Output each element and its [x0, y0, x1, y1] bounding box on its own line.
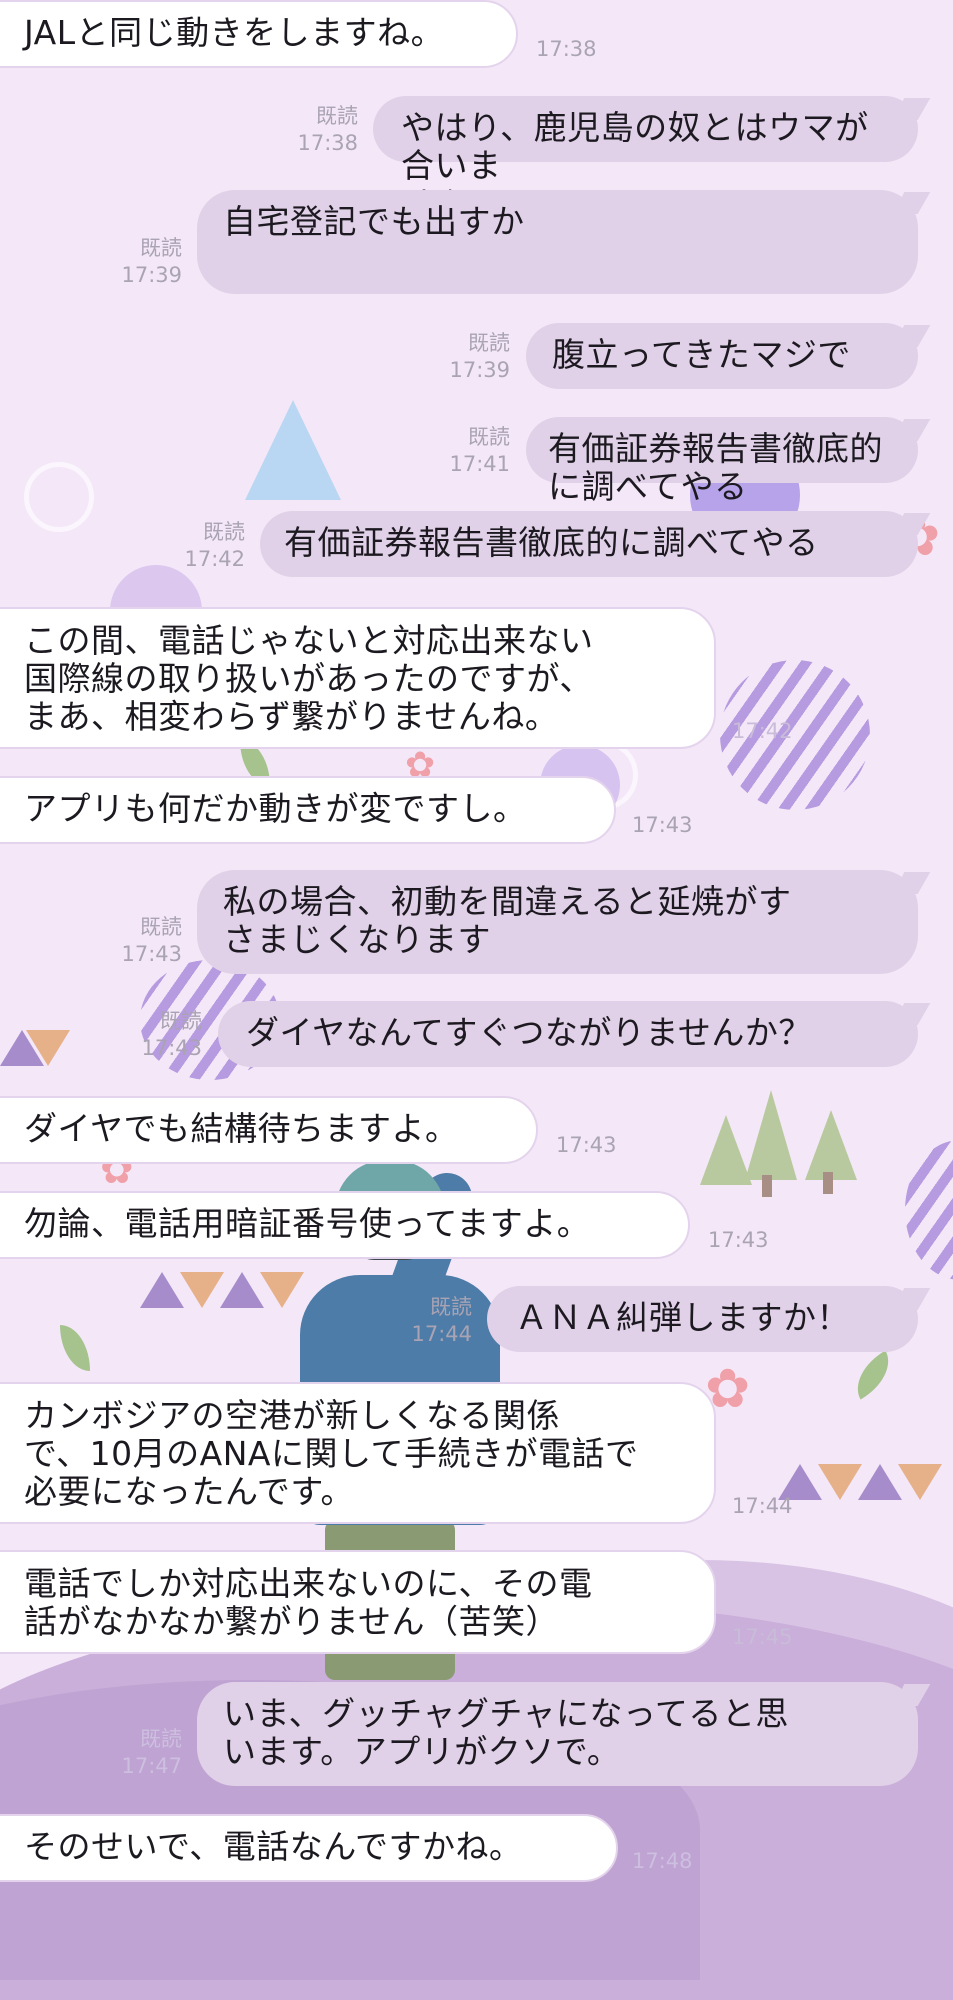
read-receipt: 既読 [140, 236, 182, 260]
message-time: 17:43 [556, 1133, 617, 1157]
read-receipt: 既読 [140, 915, 182, 939]
message-incoming[interactable]: 電話でしか対応出来ないのに、その電 話がなかなか繋がりません（苦笑） [0, 1550, 716, 1654]
read-receipt: 既読 [468, 425, 510, 449]
message-time: 17:45 [732, 1625, 793, 1649]
read-receipt: 既読 [160, 1009, 202, 1033]
message-outgoing[interactable]: 自宅登記でも出すか [197, 190, 918, 294]
message-incoming[interactable]: カンボジアの空港が新しくなる関係 で、10月のANAに関して手続きが電話で 必要… [0, 1382, 716, 1524]
message-time: 17:42 [732, 719, 793, 743]
message-outgoing[interactable]: やはり、鹿児島の奴とはウマが合いま せん。 [373, 96, 918, 223]
message-outgoing[interactable]: 私の場合、初動を間違えると延焼がす さまじくなります [197, 870, 918, 974]
message-outgoing[interactable]: ダイヤなんてすぐつながりませんか？ [218, 1001, 918, 1067]
message-time: 17:39 [121, 263, 182, 287]
read-receipt: 既読 [430, 1295, 472, 1319]
message-time: 17:44 [732, 1494, 793, 1518]
read-receipt: 既読 [316, 104, 358, 128]
message-outgoing[interactable]: 有価証券報告書徹底的に調べてやる [526, 417, 918, 506]
message-incoming[interactable]: この間、電話じゃないと対応出来ない 国際線の取り扱いがあったのですが、 まあ、相… [0, 607, 716, 749]
message-time: 17:39 [449, 358, 510, 382]
message-time: 17:47 [121, 1754, 182, 1778]
message-outgoing[interactable]: ＡＮＡ糾弾しますか！ [487, 1286, 918, 1352]
message-time: 17:43 [121, 942, 182, 966]
message-incoming[interactable]: JALと同じ動きをしますね。 [0, 0, 518, 68]
message-time: 17:44 [411, 1322, 472, 1346]
message-time: 17:38 [536, 37, 597, 61]
message-time: 17:43 [141, 1036, 202, 1060]
message-time: 17:43 [632, 813, 693, 837]
message-time: 17:42 [184, 547, 245, 571]
message-outgoing[interactable]: 腹立ってきたマジで [526, 323, 918, 389]
message-incoming[interactable]: ダイヤでも結構待ちますよ。 [0, 1096, 538, 1164]
message-incoming[interactable]: そのせいで、電話なんですかね。 [0, 1814, 618, 1882]
message-time: 17:48 [632, 1849, 693, 1873]
message-incoming[interactable]: アプリも何だか動きが変ですし。 [0, 776, 616, 844]
read-receipt: 既読 [203, 520, 245, 544]
message-outgoing[interactable]: 有価証券報告書徹底的に調べてやる [260, 511, 918, 577]
read-receipt: 既読 [468, 331, 510, 355]
read-receipt: 既読 [140, 1727, 182, 1751]
message-time: 17:41 [449, 452, 510, 476]
message-outgoing[interactable]: いま、グッチャグチャになってると思 います。アプリがクソで。 [197, 1682, 918, 1786]
message-incoming[interactable]: 勿論、電話用暗証番号使ってますよ。 [0, 1191, 690, 1259]
message-time: 17:38 [297, 131, 358, 155]
message-time: 17:43 [708, 1228, 769, 1252]
